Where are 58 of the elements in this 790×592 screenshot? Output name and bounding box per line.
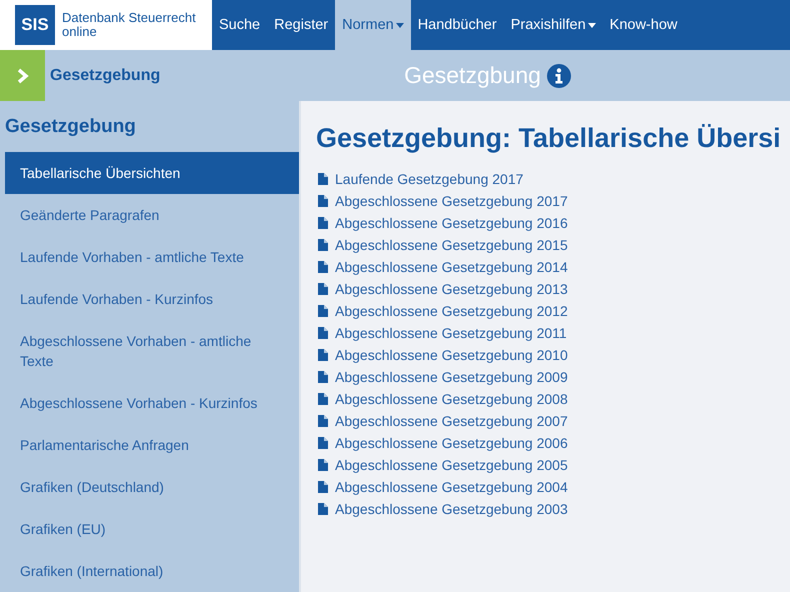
document-link[interactable]: Abgeschlossene Gesetzgebung 2011: [335, 325, 567, 341]
sidebar-item[interactable]: Abgeschlossene Vorhaben - amtliche Texte: [5, 320, 299, 382]
logo-mark: SIS: [15, 5, 55, 45]
sidebar-item[interactable]: Tabellarische Übersichten: [5, 152, 299, 194]
document-link[interactable]: Abgeschlossene Gesetzgebung 2015: [335, 237, 568, 253]
caret-icon: [396, 22, 404, 28]
logo-text: Datenbank Steuerrecht online: [62, 11, 197, 39]
nav-link[interactable]: Normen: [335, 0, 411, 50]
document-link[interactable]: Abgeschlossene Gesetzgebung 2007: [335, 413, 568, 429]
document-icon: [318, 217, 328, 229]
document-link[interactable]: Abgeschlossene Gesetzgebung 2003: [335, 501, 568, 517]
page-title: Gesetzgbung: [404, 62, 541, 89]
document-link[interactable]: Abgeschlossene Gesetzgebung 2013: [335, 281, 568, 297]
document-link[interactable]: Abgeschlossene Gesetzgebung 2016: [335, 215, 568, 231]
document-icon: [318, 349, 328, 361]
document-icon: [318, 173, 328, 185]
document-link[interactable]: Abgeschlossene Gesetzgebung 2004: [335, 479, 568, 495]
document-icon: [318, 415, 328, 427]
sidebar-item[interactable]: Grafiken (International): [5, 550, 299, 592]
document-link[interactable]: Abgeschlossene Gesetzgebung 2014: [335, 259, 568, 275]
nav-link[interactable]: Register: [267, 0, 336, 50]
document-link[interactable]: Abgeschlossene Gesetzgebung 2006: [335, 435, 568, 451]
document-icon: [318, 437, 328, 449]
sidebar-item[interactable]: Grafiken (EU): [5, 508, 299, 550]
document-link[interactable]: Abgeschlossene Gesetzgebung 2009: [335, 369, 568, 385]
document-icon: [318, 503, 328, 515]
nav-link[interactable]: Handbücher: [410, 0, 504, 50]
nav-link[interactable]: Suche: [212, 0, 268, 50]
document-icon: [318, 283, 328, 295]
document-icon: [318, 371, 328, 383]
chevron-icon: [16, 68, 28, 84]
document-icon: [318, 327, 328, 339]
document-icon: [318, 459, 328, 471]
sidebar-item[interactable]: Abgeschlossene Vorhaben - Kurzinfos: [5, 382, 299, 424]
document-link[interactable]: Abgeschlossene Gesetzgebung 2010: [335, 347, 568, 363]
document-link[interactable]: Abgeschlossene Gesetzgebung 2008: [335, 391, 568, 407]
sidebar-item[interactable]: Laufende Vorhaben - amtliche Texte: [5, 236, 299, 278]
document-link[interactable]: Abgeschlossene Gesetzgebung 2017: [335, 193, 568, 209]
sidebar-item[interactable]: Laufende Vorhaben - Kurzinfos: [5, 278, 299, 320]
document-link[interactable]: Laufende Gesetzgebung 2017: [335, 171, 524, 187]
sidebar-item[interactable]: Grafiken (Deutschland): [5, 466, 299, 508]
document-icon: [318, 195, 328, 207]
document-icon: [318, 481, 328, 493]
sidebar-item[interactable]: Parlamentarische Anfragen: [5, 424, 299, 466]
info-icon[interactable]: [546, 64, 571, 88]
section-title: Gesetzgebung: [49, 66, 162, 84]
content-heading: Gesetzgebung: Tabellarische Übersi: [316, 123, 782, 154]
nav-link[interactable]: Know-how: [602, 0, 684, 50]
caret-icon: [588, 22, 596, 28]
document-icon: [318, 305, 328, 317]
document-link[interactable]: Abgeschlossene Gesetzgebung 2005: [335, 457, 568, 473]
document-link[interactable]: Abgeschlossene Gesetzgebung 2012: [335, 303, 568, 319]
document-icon: [318, 239, 328, 251]
sidebar-heading: Gesetzgebung: [5, 115, 137, 139]
document-icon: [318, 261, 328, 273]
nav-link[interactable]: Praxishilfen: [504, 0, 603, 50]
sidebar-item[interactable]: Geänderte Paragrafen: [5, 194, 299, 236]
document-icon: [318, 393, 328, 405]
